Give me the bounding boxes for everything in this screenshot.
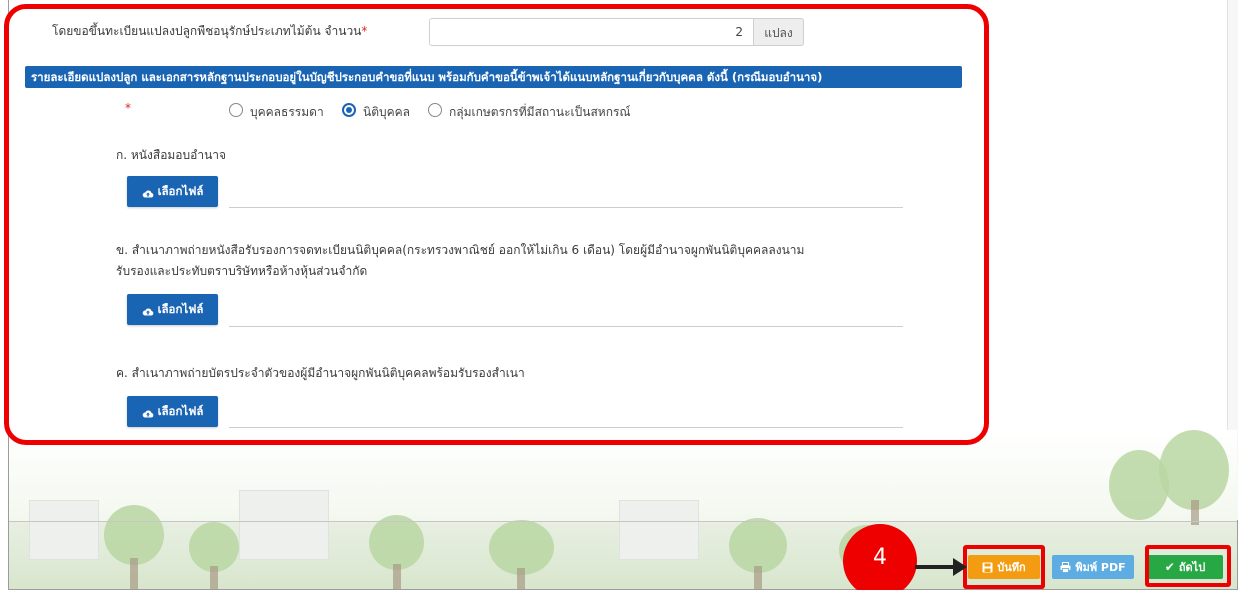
printer-icon xyxy=(1060,561,1071,573)
print-pdf-button-label: พิมพ์ PDF xyxy=(1075,561,1126,574)
annotation-highlight-next xyxy=(1145,545,1231,587)
step-number-badge: 4 xyxy=(843,524,917,590)
annotation-highlight-save xyxy=(963,545,1045,589)
annotation-highlight-form xyxy=(4,4,989,445)
annotation-arrow xyxy=(915,565,955,569)
print-pdf-button[interactable]: พิมพ์ PDF xyxy=(1052,555,1134,579)
annotation-arrow-head xyxy=(953,558,967,576)
